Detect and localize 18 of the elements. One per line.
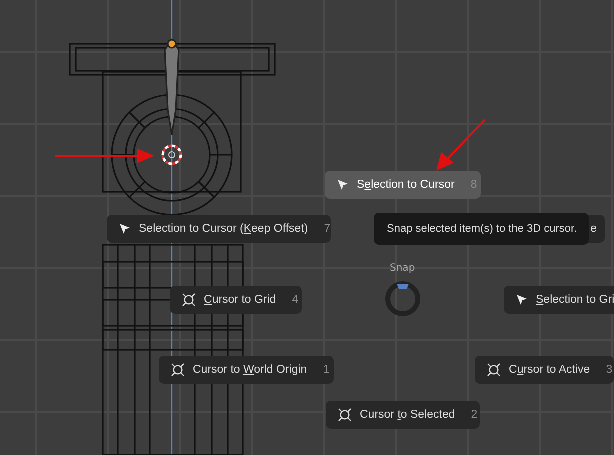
crosshair-icon <box>171 363 185 377</box>
3d-cursor-icon <box>162 144 182 166</box>
pointer-icon <box>119 223 131 235</box>
pie-direction-ring-icon <box>383 279 423 319</box>
pointer-icon <box>337 179 349 191</box>
crosshair-icon <box>182 293 196 307</box>
pie-menu-item[interactable]: Selection to Cursor (Keep Offset) 7 <box>107 215 331 243</box>
pointer-icon <box>516 294 528 306</box>
annotation-arrow <box>436 119 486 171</box>
pie-menu-item[interactable]: Cursor to Active 3 <box>475 356 614 384</box>
crosshair-icon <box>487 363 501 377</box>
pie-menu-item[interactable]: Cursor to World Origin 1 <box>159 356 334 384</box>
pie-menu-item[interactable]: Selection to Gri <box>504 286 614 314</box>
crosshair-icon <box>338 408 352 422</box>
pie-menu-title: Snap <box>390 263 416 274</box>
pie-menu-item[interactable]: Cursor to Grid 4 <box>170 286 302 314</box>
pie-menu-item[interactable]: Cursor to Selected 2 <box>326 401 480 429</box>
tooltip: Snap selected item(s) to the 3D cursor. <box>374 213 589 245</box>
